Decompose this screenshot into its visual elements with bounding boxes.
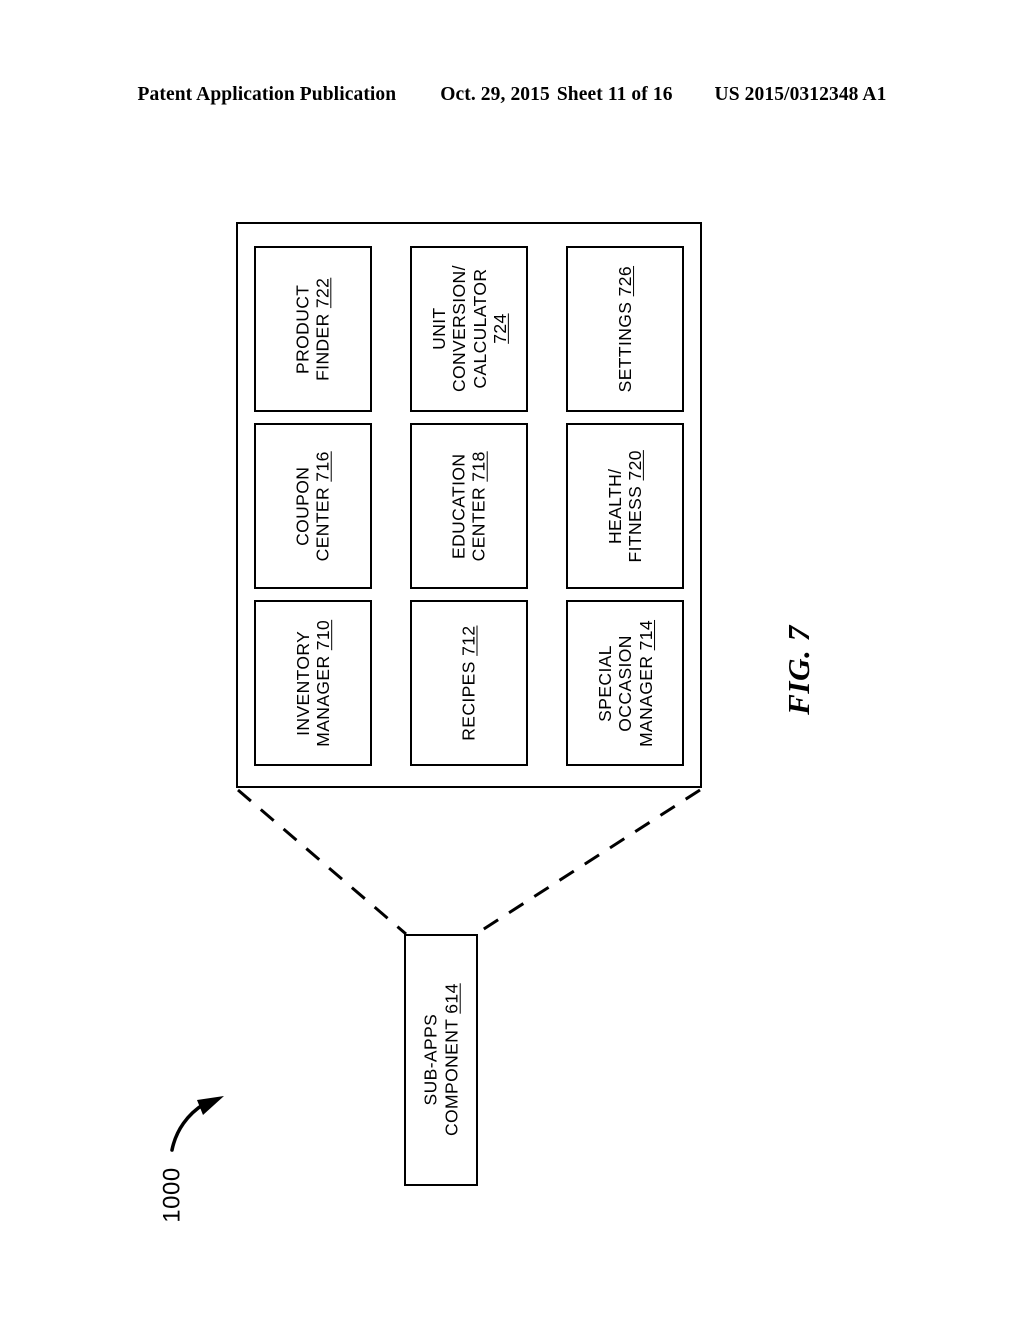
sub-app-line-3: MANAGER 714 bbox=[635, 619, 656, 747]
sub-app-box-product-finder: PRODUCT FINDER 722 bbox=[254, 246, 372, 412]
sub-apps-component-box: SUB-APPS COMPONENT 614 bbox=[404, 934, 478, 1186]
sub-app-line-2: FITNESS 720 bbox=[625, 449, 645, 563]
sub-app-label-recipes: RECIPES 712 bbox=[459, 625, 479, 740]
reference-number: 722 bbox=[313, 277, 333, 308]
component-line-2: COMPONENT 614 bbox=[441, 983, 462, 1137]
dashed-leader-left bbox=[237, 788, 407, 936]
sub-app-line-1: COUPON bbox=[292, 466, 313, 546]
reference-number: 724 bbox=[489, 313, 510, 345]
sub-app-box-recipes: RECIPES 712 bbox=[410, 600, 528, 766]
sub-app-box-inventory-manager: INVENTORY MANAGER 710 bbox=[254, 600, 372, 766]
sub-app-line-1: SETTINGS 726 bbox=[614, 265, 635, 393]
sub-app-label-coupon-center: COUPON CENTER 716 bbox=[293, 451, 334, 561]
sub-app-line-1: INVENTORY bbox=[292, 630, 313, 736]
dashed-leader-right bbox=[475, 788, 701, 936]
reference-number: 716 bbox=[313, 450, 333, 482]
sub-app-box-special-occasion-manager: SPECIAL OCCASION MANAGER 714 bbox=[566, 600, 684, 766]
sub-app-line-1: EDUCATION bbox=[448, 453, 469, 559]
figure-reference-numeral: 1000 bbox=[128, 1140, 218, 1250]
sub-app-box-settings: SETTINGS 726 bbox=[566, 246, 684, 412]
sub-app-line-2: CENTER 718 bbox=[469, 450, 489, 562]
sub-app-line-1: HEALTH/ bbox=[604, 468, 625, 544]
sub-app-line-1: PRODUCT bbox=[292, 284, 313, 374]
sub-app-line-2: CONVERSION/ bbox=[448, 265, 469, 393]
component-line-1: SUB-APPS bbox=[420, 1014, 441, 1106]
figure-caption-text: FIG. 7 bbox=[780, 625, 816, 715]
sub-app-label-health-fitness: HEALTH/ FITNESS 720 bbox=[605, 450, 646, 562]
sub-app-line-2: OCCASION bbox=[614, 634, 635, 732]
sub-app-label-product-finder: PRODUCT FINDER 722 bbox=[293, 277, 334, 380]
sub-app-box-unit-conversion-calculator: UNIT CONVERSION/ CALCULATOR 724 bbox=[410, 246, 528, 412]
sub-app-label-inventory-manager: INVENTORY MANAGER 710 bbox=[293, 620, 334, 747]
sub-app-box-health-fitness: HEALTH/ FITNESS 720 bbox=[566, 423, 684, 589]
sub-app-label-special-occasion-manager: SPECIAL OCCASION MANAGER 714 bbox=[595, 620, 656, 747]
sub-app-box-education-center: EDUCATION CENTER 718 bbox=[410, 423, 528, 589]
sub-app-line-1: RECIPES 712 bbox=[458, 625, 479, 741]
reference-number: 710 bbox=[313, 619, 334, 650]
sub-app-line-2: CENTER 716 bbox=[313, 450, 333, 562]
reference-number: 712 bbox=[458, 625, 479, 656]
sub-app-box-coupon-center: COUPON CENTER 716 bbox=[254, 423, 372, 589]
patent-figure: PRODUCT FINDER 722 UNIT CONVERSION/ CALC… bbox=[0, 0, 1024, 1320]
sub-app-label-education-center: EDUCATION CENTER 718 bbox=[449, 451, 490, 561]
figure-reference-arrowhead bbox=[197, 1096, 224, 1115]
figure-reference-numeral-text: 1000 bbox=[158, 1167, 186, 1223]
reference-number: 718 bbox=[469, 450, 489, 482]
sub-app-line-1: SPECIAL bbox=[594, 644, 615, 722]
reference-number: 726 bbox=[614, 265, 635, 297]
reference-number: 714 bbox=[635, 619, 656, 650]
sub-app-line-2: FINDER 722 bbox=[313, 277, 333, 381]
reference-number: 614 bbox=[441, 983, 462, 1015]
reference-number: 720 bbox=[625, 449, 645, 481]
sub-app-line-2: MANAGER 710 bbox=[313, 619, 334, 747]
sub-apps-grid: PRODUCT FINDER 722 UNIT CONVERSION/ CALC… bbox=[254, 246, 684, 766]
sub-app-label-unit-conversion-calculator: UNIT CONVERSION/ CALCULATOR 724 bbox=[428, 266, 509, 393]
sub-app-label-settings: SETTINGS 726 bbox=[615, 266, 635, 392]
sub-app-line-1: UNIT bbox=[428, 307, 449, 351]
sub-app-line-3: CALCULATOR bbox=[469, 268, 490, 390]
sub-apps-component-label: SUB-APPS COMPONENT 614 bbox=[420, 984, 461, 1137]
figure-caption: FIG. 7 bbox=[744, 600, 854, 740]
